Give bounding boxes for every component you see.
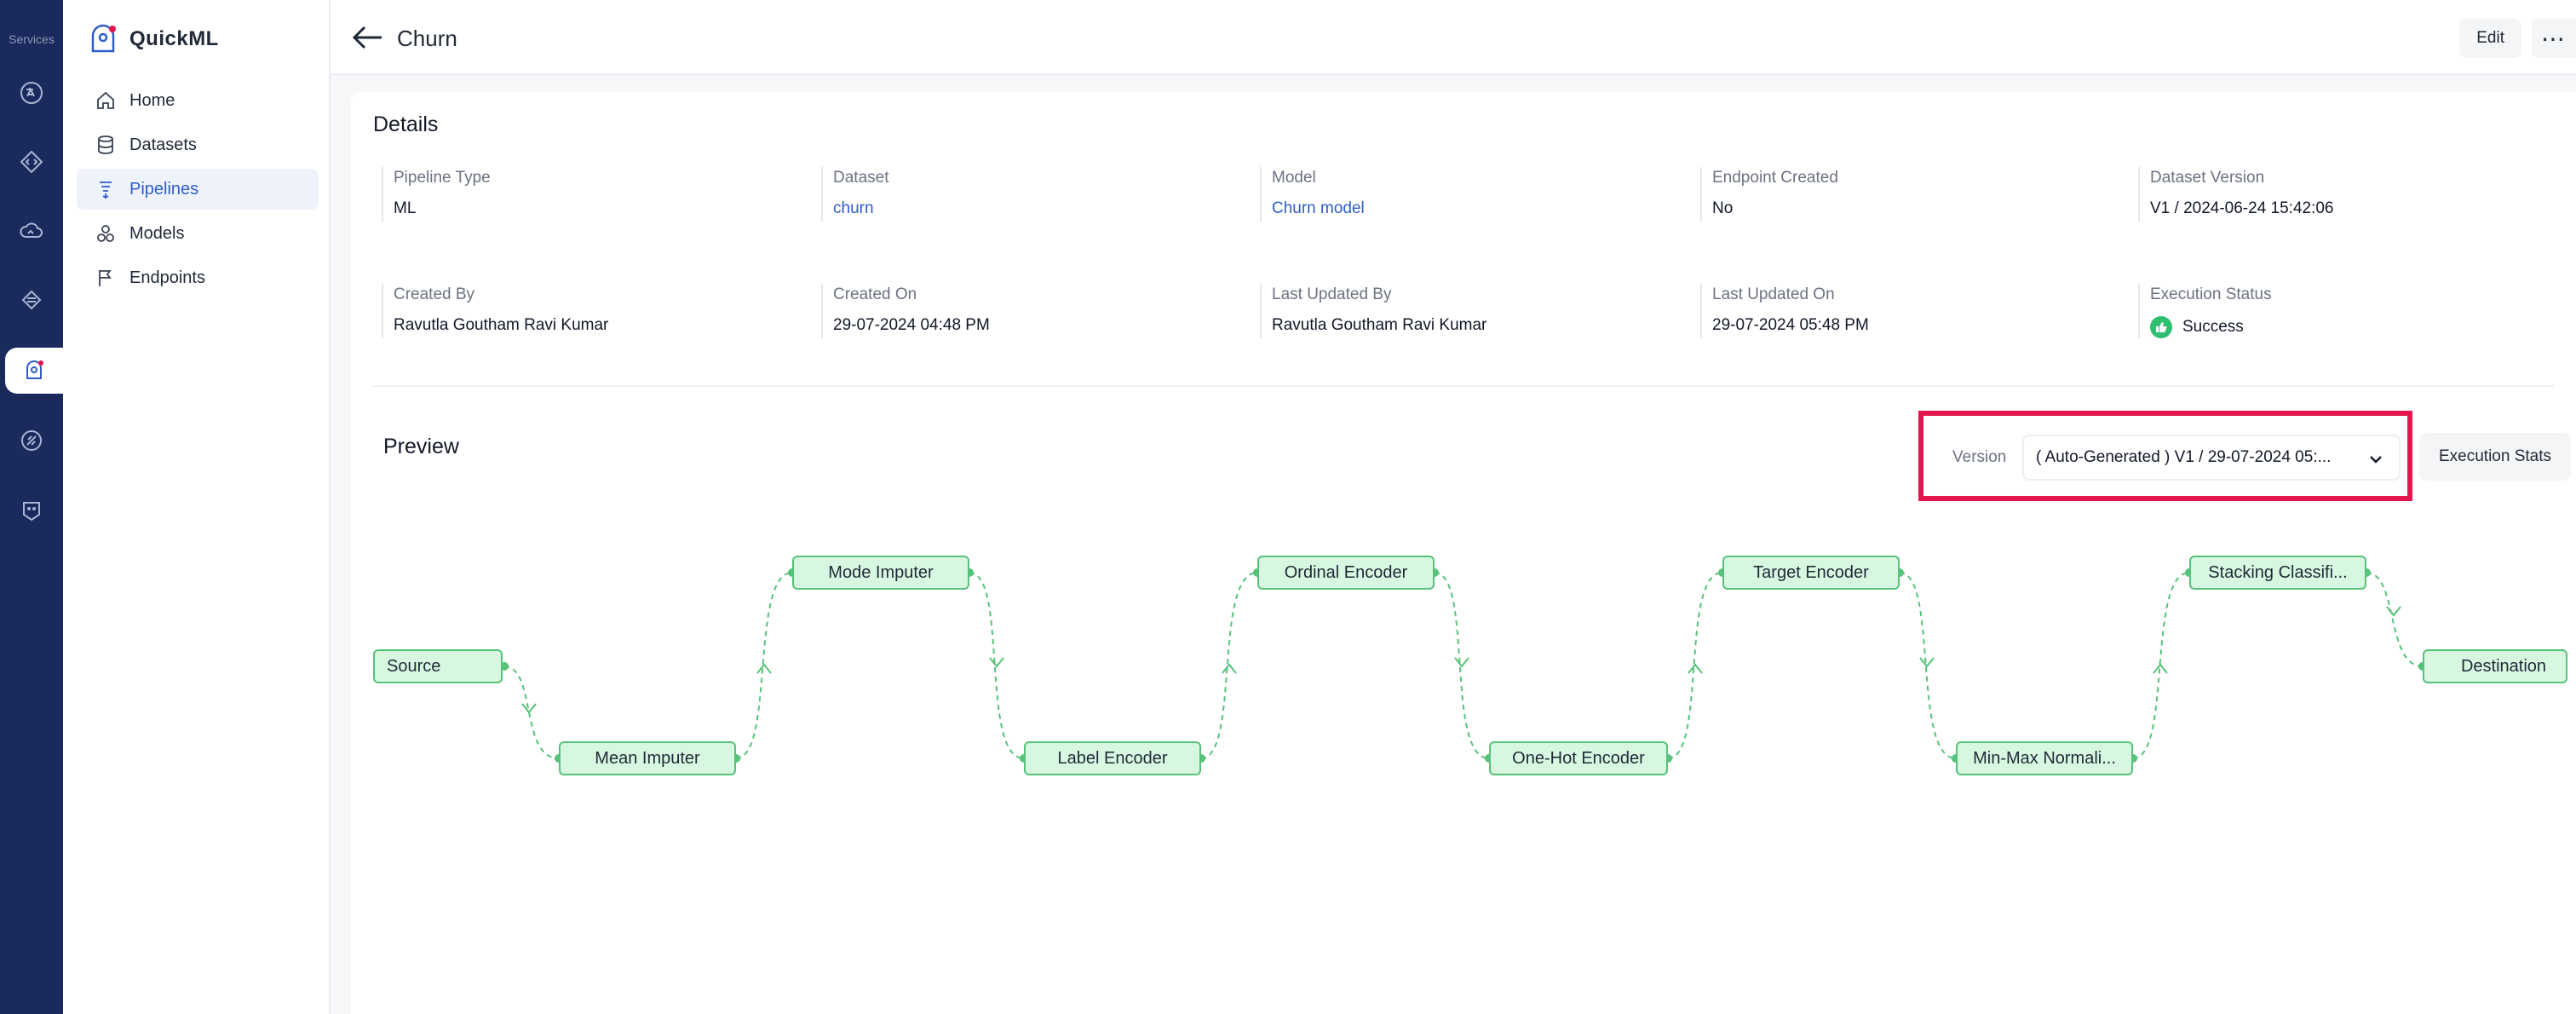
pipeline-node-one-hot-encoder[interactable]: One-Hot Encoder	[1489, 741, 1668, 775]
thumbs-up-icon	[2150, 316, 2172, 338]
back-arrow-icon[interactable]	[351, 22, 385, 53]
transfer-icon	[21, 290, 42, 310]
quickml-logo-icon	[91, 24, 116, 53]
home-icon	[97, 91, 114, 109]
chevron-down-icon	[2370, 456, 2382, 464]
sidebar-item-label: Endpoints	[129, 268, 205, 287]
field-label: Last Updated On	[1712, 285, 1835, 303]
rail-vision-service[interactable]	[9, 487, 55, 533]
version-select-value: ( Auto-Generated ) V1 / 29-07-2024 05:..…	[2036, 448, 2332, 466]
flag-icon	[99, 270, 112, 286]
field-pipeline-type: Pipeline Type ML	[382, 167, 808, 222]
pipeline-node-target-encoder[interactable]: Target Encoder	[1722, 556, 1900, 590]
details-title: Details	[373, 112, 439, 136]
field-execution-status: Execution Status Success	[2138, 284, 2564, 338]
field-value: V1 / 2024-06-24 15:42:06	[2150, 199, 2334, 217]
field-endpoint-created: Endpoint Created No	[1700, 167, 2126, 222]
field-value: 29-07-2024 05:48 PM	[1712, 316, 1869, 334]
rail-code-service[interactable]	[9, 139, 55, 185]
brand: QuickML	[89, 24, 219, 55]
field-value: ML	[394, 199, 417, 217]
rail-quickml-service[interactable]	[5, 348, 63, 394]
field-dataset: Dataset churn	[821, 167, 1247, 222]
field-label: Last Updated By	[1272, 285, 1392, 303]
model-link[interactable]: Churn model	[1272, 199, 1686, 218]
preview-title: Preview	[383, 435, 459, 458]
translate-icon	[20, 82, 43, 104]
sidebar-item-models[interactable]: Models	[77, 213, 319, 254]
dataset-link[interactable]: churn	[833, 199, 1247, 218]
sidebar-item-label: Home	[129, 90, 175, 110]
field-label: Model	[1272, 169, 1316, 187]
sidebar-item-home[interactable]: Home	[77, 80, 319, 121]
page-title: Churn	[397, 26, 457, 51]
sidebar: QuickML Home Datasets Pipelines Models E…	[63, 0, 331, 1014]
sidebar-item-label: Datasets	[129, 135, 197, 154]
pipeline-node-ordinal-encoder[interactable]: Ordinal Encoder	[1257, 556, 1435, 590]
service-rail: Services	[0, 0, 63, 1014]
page-header: Churn Edit ⋯	[331, 0, 2576, 75]
field-label: Execution Status	[2150, 285, 2272, 303]
field-value: Ravutla Goutham Ravi Kumar	[394, 316, 609, 334]
status-text: Success	[2182, 318, 2244, 336]
field-last-updated-by: Last Updated By Ravutla Goutham Ravi Kum…	[1260, 284, 1686, 338]
field-label: Created On	[833, 285, 917, 303]
services-label: Services	[9, 32, 55, 46]
models-icon	[97, 225, 114, 242]
edit-button[interactable]: Edit	[2459, 19, 2521, 58]
field-label: Created By	[394, 285, 475, 303]
field-last-updated-on: Last Updated On 29-07-2024 05:48 PM	[1700, 284, 2126, 338]
rail-cloud-service[interactable]	[9, 208, 55, 254]
field-label: Pipeline Type	[394, 169, 491, 187]
sidebar-item-pipelines[interactable]: Pipelines	[77, 169, 319, 210]
rail-link-service[interactable]	[9, 418, 55, 464]
vision-icon	[23, 502, 40, 521]
execution-stats-button[interactable]: Execution Stats	[2419, 433, 2571, 481]
pipeline-node-mode-imputer[interactable]: Mode Imputer	[792, 556, 969, 590]
field-value: Ravutla Goutham Ravi Kumar	[1272, 316, 1487, 334]
sidebar-nav: Home Datasets Pipelines Models Endpoints	[77, 80, 319, 302]
quickml-icon	[26, 360, 43, 379]
field-label: Dataset	[833, 169, 889, 187]
pipeline-details-panel: Details Pipeline Type ML Dataset churn M…	[351, 92, 2576, 1014]
cloud-icon	[20, 222, 43, 238]
pipeline-node-mean-imputer[interactable]: Mean Imputer	[559, 741, 736, 775]
field-dataset-version: Dataset Version V1 / 2024-06-24 15:42:06	[2138, 167, 2564, 222]
version-select[interactable]: ( Auto-Generated ) V1 / 29-07-2024 05:..…	[2022, 435, 2401, 481]
field-value: 29-07-2024 04:48 PM	[833, 316, 990, 334]
pipeline-node-label-encoder[interactable]: Label Encoder	[1024, 741, 1201, 775]
pipeline-node-source[interactable]: Source	[373, 649, 503, 683]
rail-translate-service[interactable]	[9, 70, 55, 116]
brand-name: QuickML	[129, 27, 219, 50]
field-label: Dataset Version	[2150, 169, 2265, 187]
pipeline-node-destination[interactable]: Destination	[2423, 649, 2567, 683]
status-badge: Success	[2150, 316, 2564, 338]
section-divider	[373, 385, 2554, 387]
sidebar-item-endpoints[interactable]: Endpoints	[77, 257, 319, 298]
database-icon	[98, 135, 113, 154]
field-created-by: Created By Ravutla Goutham Ravi Kumar	[382, 284, 808, 338]
pipeline-icon	[100, 181, 112, 199]
field-value: No	[1712, 199, 1734, 217]
field-created-on: Created On 29-07-2024 04:48 PM	[821, 284, 1247, 338]
rail-transfer-service[interactable]	[9, 277, 55, 323]
more-options-button[interactable]: ⋯	[2532, 19, 2576, 58]
pipeline-node-min-max-normalizer[interactable]: Min-Max Normali...	[1956, 741, 2133, 775]
version-label: Version	[1952, 448, 2007, 466]
sidebar-item-datasets[interactable]: Datasets	[77, 124, 319, 165]
sidebar-item-label: Pipelines	[129, 179, 199, 199]
field-model: Model Churn model	[1260, 167, 1686, 222]
code-diamond-icon	[20, 150, 43, 174]
sidebar-item-label: Models	[129, 223, 185, 243]
field-label: Endpoint Created	[1712, 169, 1838, 187]
link-icon	[21, 430, 42, 451]
pipeline-node-stacking-classifier[interactable]: Stacking Classifi...	[2189, 556, 2366, 590]
